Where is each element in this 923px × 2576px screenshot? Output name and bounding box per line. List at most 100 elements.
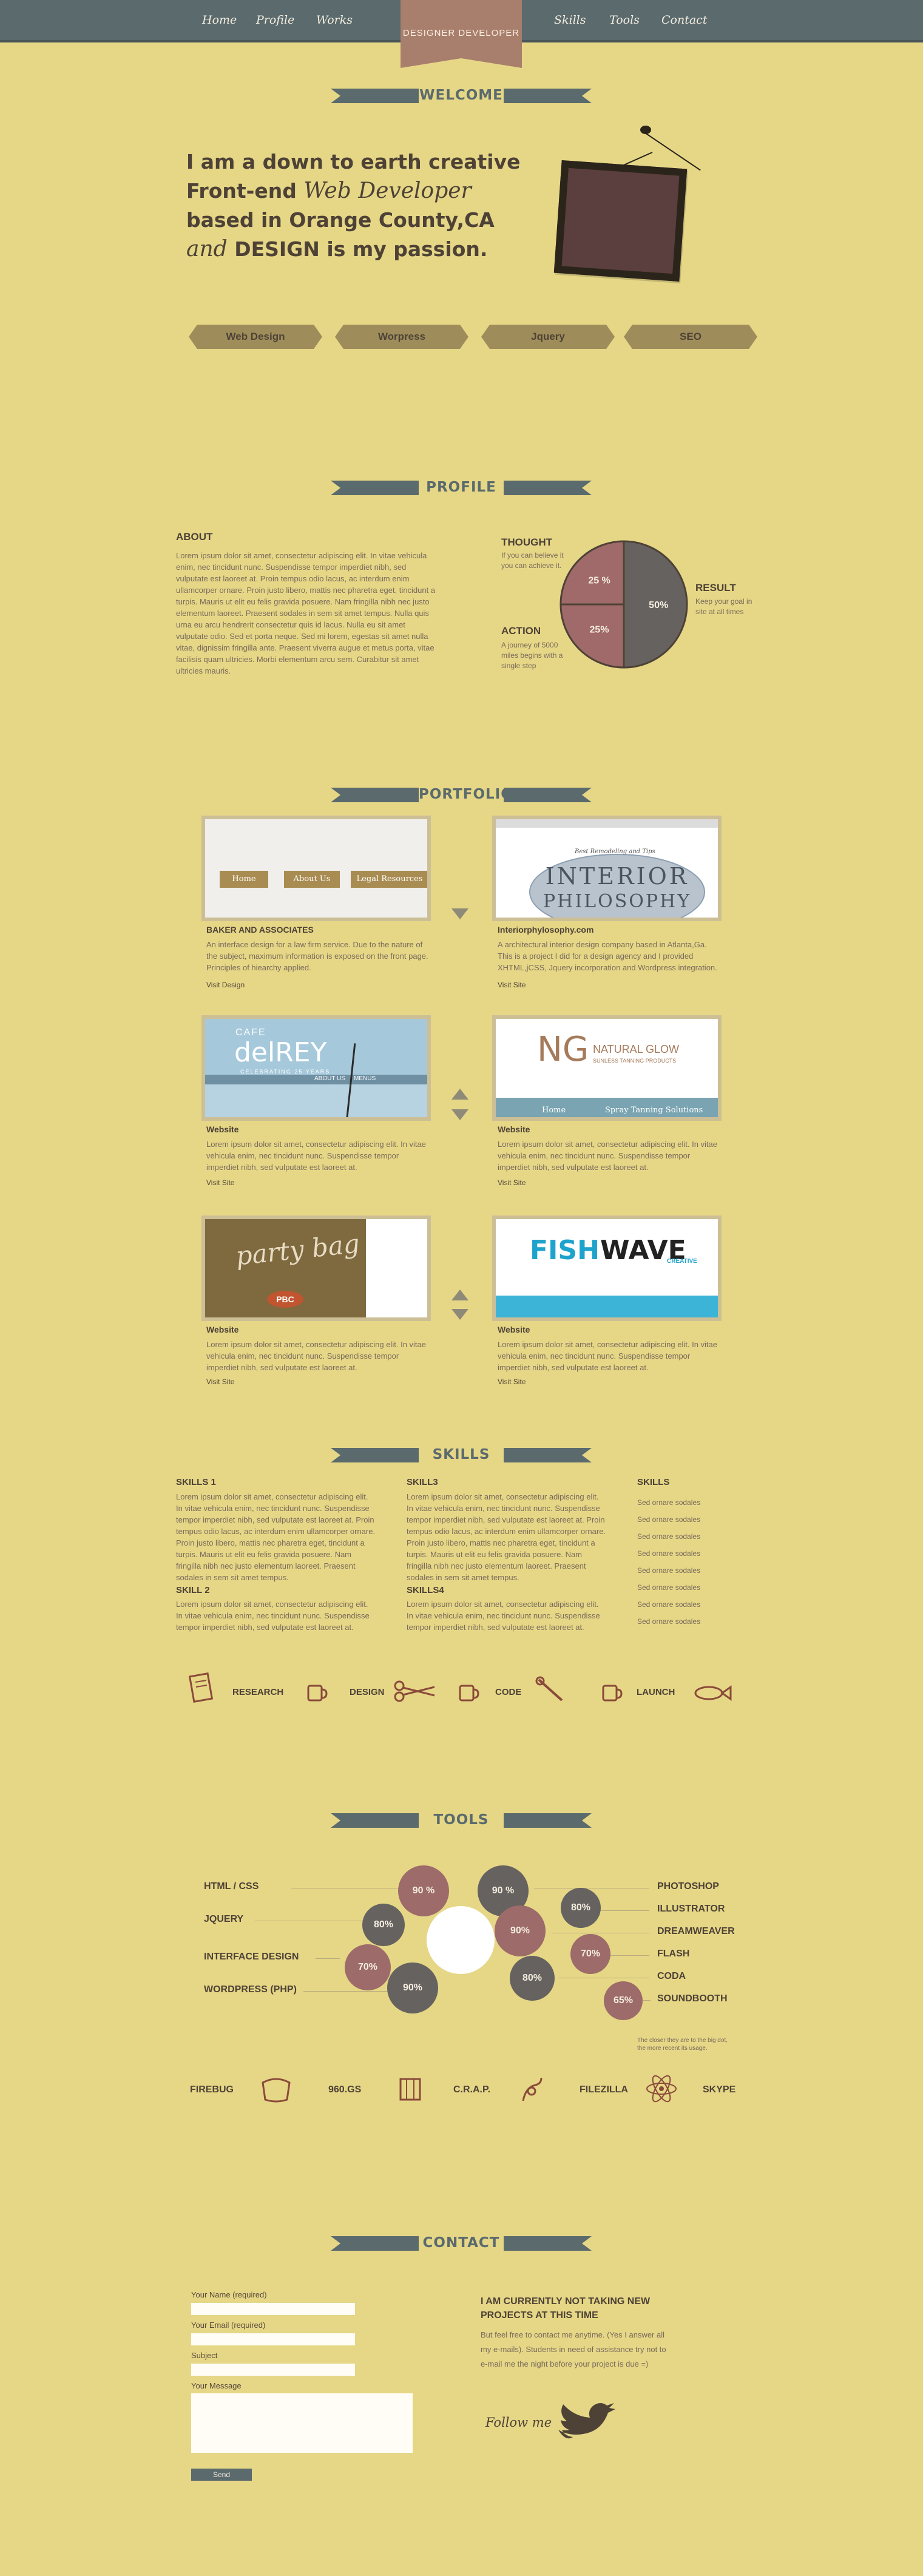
nav-skills-link[interactable]: Skills xyxy=(554,13,586,27)
skills-list-item: Sed ornare sodales xyxy=(637,1566,701,1575)
name-label: Your Name (required) xyxy=(191,2290,267,2299)
pie-slice-thought xyxy=(560,540,625,606)
tool-html-css: HTML / CSS xyxy=(204,1881,259,1891)
send-button[interactable]: Send xyxy=(191,2469,252,2481)
portfolio-ribbon: PORTFOLIO xyxy=(331,782,592,807)
portfolio-5-title: Website xyxy=(498,1325,530,1334)
nav-tools-link[interactable]: Tools xyxy=(609,13,640,27)
portfolio-5-text: Lorem ipsum dolor sit amet, consectetur … xyxy=(498,1340,718,1372)
arrow-up-icon[interactable] xyxy=(451,1290,468,1300)
portfolio-thumb-partybag[interactable]: party bag PBC xyxy=(201,1215,431,1321)
twitter-bird-icon[interactable] xyxy=(552,2398,620,2448)
email-input[interactable] xyxy=(191,2333,355,2345)
skills-heading: SKILLS xyxy=(419,1442,504,1467)
profile-pie-chart: 25 % 25% 50% xyxy=(560,540,688,669)
pbc-badge: PBC xyxy=(267,1291,303,1308)
portfolio-thumb-baker[interactable]: Home About Us Legal Resources xyxy=(201,816,431,921)
portfolio-thumb-fishwave[interactable]: FISH WAVE CREATIVE xyxy=(492,1215,722,1321)
portfolio-2-link[interactable]: Visit Site xyxy=(206,1178,234,1187)
pie-label: 25% xyxy=(590,624,609,635)
skill2-text: Lorem ipsum dolor sit amet, consectetur … xyxy=(176,1600,370,1632)
atom-icon xyxy=(646,2075,677,2103)
skills-list-item: Sed ornare sodales xyxy=(637,1600,701,1609)
tools-heading: TOOLS xyxy=(419,1807,504,1833)
tool-coda: CODA xyxy=(657,1971,686,1981)
contact-ribbon: CONTACT xyxy=(331,2230,592,2256)
brand-logo[interactable]: DESIGNER DEVELOPER xyxy=(401,0,522,68)
skill3-title: SKILL3 xyxy=(407,1477,438,1487)
skills-list-item: Sed ornare sodales xyxy=(637,1498,701,1507)
portfolio-0-link[interactable]: Visit Design xyxy=(206,981,245,989)
thought-title: THOUGHT xyxy=(501,536,553,548)
process-design: DESIGN xyxy=(350,1687,385,1697)
portfolio-3-link[interactable]: Visit Site xyxy=(498,1178,526,1187)
tag-jquery[interactable]: Jquery xyxy=(481,325,615,349)
thumb-baker-home: Home xyxy=(220,871,268,888)
profile-heading: PROFILE xyxy=(419,475,504,500)
tool-line xyxy=(316,1958,340,1959)
skill2-title: SKILL 2 xyxy=(176,1585,210,1595)
welcome-ribbon: WELCOME xyxy=(331,83,592,108)
coffee-cup-icon xyxy=(602,1685,623,1702)
skills-list-item: Sed ornare sodales xyxy=(637,1515,701,1524)
skill-bubble: 80% xyxy=(362,1904,405,1946)
subject-input[interactable] xyxy=(191,2364,355,2376)
portfolio-thumb-interior[interactable]: Best Remodeling and Tips INTERIOR PHILOS… xyxy=(492,816,722,921)
scissors-icon xyxy=(394,1680,435,1702)
result-title: RESULT xyxy=(695,582,736,593)
interior-tagline: Best Remodeling and Tips xyxy=(575,848,655,855)
portfolio-2-text: Lorem ipsum dolor sit amet, consectetur … xyxy=(206,1140,427,1172)
arrow-up-icon[interactable] xyxy=(451,1089,468,1100)
skill-bubble: 65% xyxy=(604,1981,643,2020)
nav-contact-link[interactable]: Contact xyxy=(661,13,707,27)
ng-name: NATURAL GLOW xyxy=(593,1043,680,1055)
portfolio-0-text: An interface design for a law firm servi… xyxy=(206,940,428,972)
nav-home-link[interactable]: Home xyxy=(202,13,237,27)
portfolio-heading: PORTFOLIO xyxy=(419,782,513,807)
portfolio-thumb-naturalglow[interactable]: NG NATURAL GLOW SUNLESS TANNING PRODUCTS… xyxy=(492,1015,722,1121)
tag-web-design[interactable]: Web Design xyxy=(189,325,322,349)
tool-jquery: JQUERY xyxy=(204,1914,244,1924)
nav-profile-link[interactable]: Profile xyxy=(256,13,294,27)
bug-icon xyxy=(262,2078,291,2103)
nav-works-link[interactable]: Works xyxy=(316,13,353,27)
skills-list: Sed ornare sodales Sed ornare sodales Se… xyxy=(637,1494,734,1630)
bottom-tool-960gs: 960.GS xyxy=(328,2084,362,2095)
tag-wordpress[interactable]: Worpress xyxy=(335,325,468,349)
skill-bubble: 90% xyxy=(495,1905,546,1956)
skills-list-item: Sed ornare sodales xyxy=(637,1617,701,1626)
portfolio-4-link[interactable]: Visit Site xyxy=(206,1378,234,1386)
skill1-title: SKILLS 1 xyxy=(176,1477,216,1487)
portfolio-thumb-cafe[interactable]: CAFE delREY CELEBRATING 25 YEARS ABOUT U… xyxy=(201,1015,431,1121)
cafe-about: ABOUT US xyxy=(314,1075,345,1082)
portfolio-5-link[interactable]: Visit Site xyxy=(498,1378,526,1386)
tag-seo[interactable]: SEO xyxy=(624,325,757,349)
portfolio-1-title: Interiorphylosophy.com xyxy=(498,925,594,935)
intro-line-2a: Front-end xyxy=(186,179,297,203)
tool-soundbooth: SOUNDBOOTH xyxy=(657,1993,728,2004)
subject-label: Subject xyxy=(191,2351,218,2360)
name-input[interactable] xyxy=(191,2303,355,2315)
arrow-down-icon[interactable] xyxy=(451,1309,468,1320)
ng-logo: NG xyxy=(537,1030,589,1069)
follow-me-label: Follow me xyxy=(485,2415,552,2430)
message-textarea[interactable] xyxy=(191,2393,413,2453)
tool-interface-design: INTERFACE DESIGN xyxy=(204,1952,299,1962)
portfolio-1-link[interactable]: Visit Site xyxy=(498,981,526,989)
coffee-cup-icon xyxy=(307,1685,328,1702)
delrey-word: delREY xyxy=(234,1037,327,1068)
philosophy-word: PHILOSOPHY xyxy=(543,891,691,912)
skill1-text: Lorem ipsum dolor sit amet, consectetur … xyxy=(176,1492,376,1582)
fish-word: FISH xyxy=(530,1235,600,1266)
skills-list-title: SKILLS xyxy=(637,1477,670,1487)
interior-word: INTERIOR xyxy=(545,863,689,890)
intro-line-2b: Web Developer xyxy=(303,178,472,203)
skill-bubble: 80% xyxy=(561,1888,601,1928)
arrow-down-icon[interactable] xyxy=(451,908,468,919)
cafe-menus: MENUS xyxy=(354,1075,376,1082)
result-text: Keep your goal in site at all times xyxy=(695,597,752,616)
about-heading: ABOUT xyxy=(176,531,213,543)
pie-label: 50% xyxy=(649,600,668,610)
arrow-down-icon[interactable] xyxy=(451,1109,468,1120)
skill3-text: Lorem ipsum dolor sit amet, consectetur … xyxy=(407,1492,606,1582)
